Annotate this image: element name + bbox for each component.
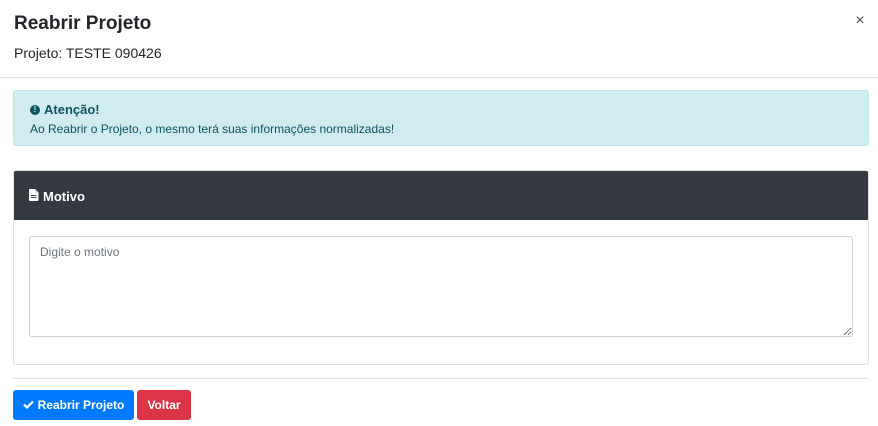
warning-alert: ! Atenção! Ao Reabrir o Projeto, o mesmo… bbox=[13, 90, 869, 146]
motivo-card-body bbox=[14, 220, 868, 364]
close-button[interactable]: × bbox=[852, 12, 868, 30]
motivo-card-header: Motivo bbox=[14, 171, 868, 220]
motivo-title-text: Motivo bbox=[43, 189, 85, 204]
back-button[interactable]: Voltar bbox=[137, 390, 191, 420]
modal-title: Reabrir Projeto bbox=[14, 13, 152, 34]
close-icon[interactable]: × bbox=[855, 12, 864, 29]
check-icon bbox=[22, 398, 34, 412]
footer-divider bbox=[13, 378, 869, 379]
back-label: Voltar bbox=[147, 398, 181, 412]
project-subtitle: Projeto: TESTE 090426 bbox=[14, 45, 162, 61]
reopen-project-button[interactable]: Reabrir Projeto bbox=[13, 390, 134, 420]
modal-header: Reabrir Projeto Projeto: TESTE 090426 × bbox=[0, 0, 878, 78]
alert-message: Ao Reabrir o Projeto, o mesmo terá suas … bbox=[30, 122, 395, 136]
motivo-title: Motivo bbox=[29, 189, 85, 204]
reopen-project-label: Reabrir Projeto bbox=[37, 398, 125, 412]
motivo-card: Motivo bbox=[13, 170, 869, 365]
motivo-textarea[interactable] bbox=[29, 236, 853, 337]
alert-heading: ! Atenção! bbox=[30, 102, 100, 117]
exclamation-circle-icon: ! bbox=[30, 104, 40, 115]
file-icon bbox=[29, 189, 39, 204]
alert-heading-text: Atenção! bbox=[44, 102, 100, 117]
